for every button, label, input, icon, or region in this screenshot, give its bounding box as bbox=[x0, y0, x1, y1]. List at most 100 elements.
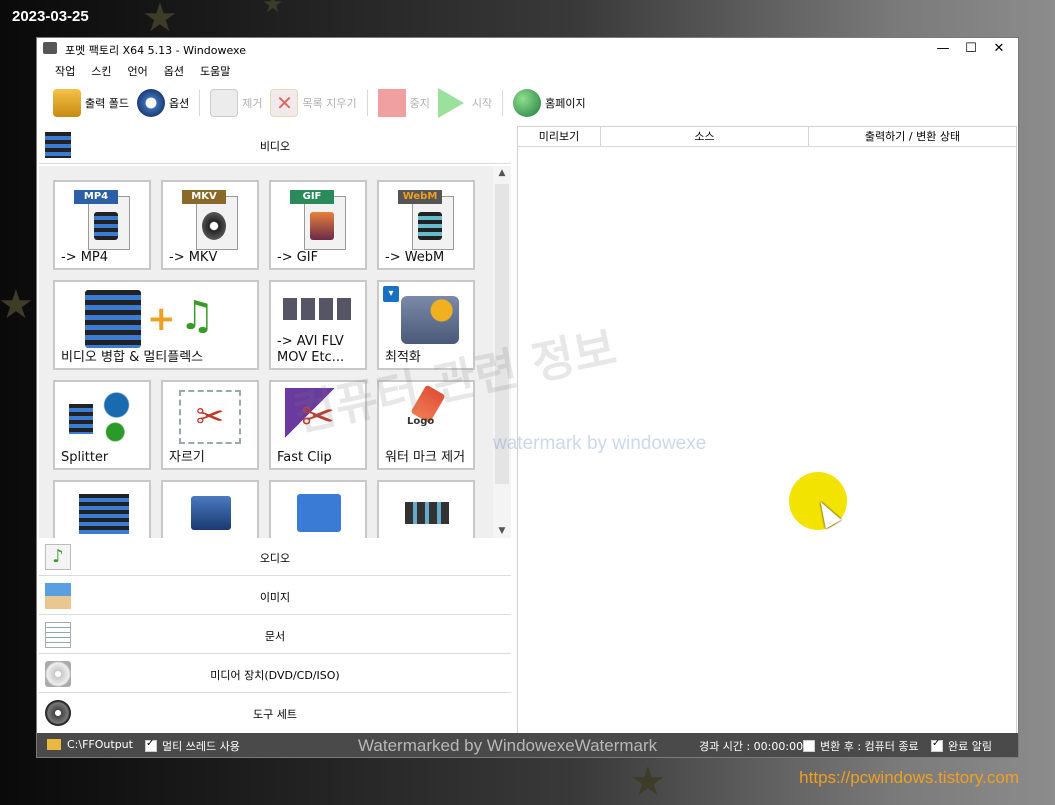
category-tools[interactable]: 도구 세트 bbox=[39, 694, 511, 732]
menu-help[interactable]: 도움말 bbox=[192, 63, 238, 81]
category-document[interactable]: 문서 bbox=[39, 616, 511, 654]
tile-splitter-label: Splitter bbox=[61, 450, 109, 465]
category-image[interactable]: 이미지 bbox=[39, 577, 511, 615]
multithread-label: 멀티 쓰레드 사용 bbox=[162, 740, 240, 753]
gif-file-icon: GIF bbox=[290, 190, 346, 250]
output-folder-label: 출력 폴드 bbox=[85, 97, 129, 110]
tile-to-webm[interactable]: WebM -> WebM bbox=[377, 180, 475, 270]
mp4-file-icon: MP4 bbox=[74, 190, 130, 250]
output-path[interactable]: C:\FFOutput bbox=[47, 738, 133, 751]
tile-splitter[interactable]: Splitter bbox=[53, 380, 151, 470]
folder-icon bbox=[53, 89, 81, 117]
toolbar: 출력 폴드 옵션 제거 ✕ 목록 지우기 중지 시작 홈페이지 bbox=[37, 86, 1018, 120]
watermark-text-small: watermark by windowexe bbox=[493, 433, 707, 454]
tile-video-merge[interactable]: + ♫ 비디오 병합 & 멀티플렉스 bbox=[53, 280, 259, 370]
film-stack-icon bbox=[85, 290, 141, 348]
menu-language[interactable]: 언어 bbox=[120, 63, 156, 81]
options-button[interactable]: 옵션 bbox=[133, 88, 193, 118]
category-image-label: 이미지 bbox=[259, 591, 291, 604]
output-folder-button[interactable]: 출력 폴드 bbox=[49, 88, 133, 118]
plus-icon: + bbox=[147, 299, 176, 339]
tile-remove-watermark-label: 워터 마크 제거 bbox=[385, 450, 466, 465]
tile-to-avi-flv-mov-label: -> AVI FLV MOV Etc... bbox=[277, 334, 345, 365]
splitter-icon bbox=[69, 390, 135, 450]
background-star: ★ bbox=[142, 0, 178, 41]
tile-to-gif[interactable]: GIF -> GIF bbox=[269, 180, 367, 270]
notify-checkbox[interactable] bbox=[931, 738, 943, 752]
shutdown-after-checkbox[interactable] bbox=[803, 740, 815, 752]
tile-to-mkv-label: -> MKV bbox=[169, 250, 218, 265]
tile-partial-1[interactable] bbox=[53, 480, 151, 538]
stop-icon bbox=[377, 89, 406, 117]
shutdown-after-label: 변환 후 : 컴퓨터 종료 bbox=[820, 740, 919, 753]
clear-list-icon: ✕ bbox=[270, 89, 299, 117]
stop-button[interactable]: 중지 bbox=[374, 88, 434, 118]
clear-list-button[interactable]: ✕ 목록 지우기 bbox=[266, 88, 360, 118]
category-audio[interactable]: ♪ 오디오 bbox=[39, 538, 511, 576]
category-document-label: 문서 bbox=[264, 630, 286, 643]
close-button[interactable]: ✕ bbox=[986, 40, 1012, 58]
maximize-button[interactable]: ☐ bbox=[958, 40, 984, 58]
homepage-button[interactable]: 홈페이지 bbox=[509, 88, 589, 118]
scroll-down-arrow[interactable]: ▼ bbox=[493, 524, 511, 538]
multithread-checkbox[interactable] bbox=[145, 738, 157, 752]
toolbar-separator bbox=[199, 90, 201, 116]
tile-to-mp4[interactable]: MP4 -> MP4 bbox=[53, 180, 151, 270]
multithread-toggle[interactable]: 멀티 쓰레드 사용 bbox=[145, 738, 240, 754]
gif-tag: GIF bbox=[290, 190, 334, 204]
column-source[interactable]: 소스 bbox=[601, 127, 809, 147]
scissors-icon: ✂ bbox=[179, 390, 241, 444]
site-url: https://pcwindows.tistory.com bbox=[799, 768, 1019, 787]
webm-file-icon: WebM bbox=[398, 190, 454, 250]
column-output-status[interactable]: 출력하기 / 변환 상태 bbox=[809, 127, 1016, 147]
app-icon bbox=[43, 42, 57, 54]
tile-partial-4[interactable] bbox=[377, 480, 475, 538]
task-list-panel[interactable]: 미리보기 소스 출력하기 / 변환 상태 bbox=[517, 126, 1017, 734]
toolbar-separator bbox=[502, 90, 504, 116]
tile-video-merge-label: 비디오 병합 & 멀티플렉스 bbox=[61, 350, 204, 365]
menu-options[interactable]: 옵션 bbox=[156, 63, 192, 81]
start-button[interactable]: 시작 bbox=[434, 88, 496, 118]
category-video[interactable]: 비디오 bbox=[39, 126, 511, 164]
stop-label: 중지 bbox=[409, 97, 430, 110]
badge-check-icon: ▾ bbox=[383, 286, 399, 302]
toolbar-separator bbox=[366, 90, 368, 116]
options-label: 옵션 bbox=[168, 97, 190, 110]
video-player-icon bbox=[297, 494, 341, 532]
title-bar: 포멧 팩토리 X64 5.13 - Windowexe — ☐ ✕ bbox=[37, 38, 1018, 60]
clear-list-label: 목록 지우기 bbox=[302, 97, 357, 110]
minimize-button[interactable]: — bbox=[930, 40, 956, 58]
tile-partial-2[interactable] bbox=[161, 480, 259, 538]
watermark-text-bottom: Watermarked by WindowexeWatermark bbox=[358, 736, 658, 755]
remove-label: 제거 bbox=[242, 97, 263, 110]
screen-record-icon bbox=[191, 496, 231, 530]
app-window: 포멧 팩토리 X64 5.13 - Windowexe — ☐ ✕ 작업 스킨 … bbox=[36, 37, 1019, 758]
tile-fast-clip-label: Fast Clip bbox=[277, 450, 332, 465]
tile-to-mp4-label: -> MP4 bbox=[61, 250, 109, 265]
remove-button[interactable]: 제거 bbox=[206, 88, 266, 118]
scroll-up-arrow[interactable]: ▲ bbox=[493, 166, 511, 180]
music-note-icon: ♫ bbox=[179, 293, 215, 339]
tile-crop[interactable]: ✂ 자르기 bbox=[161, 380, 259, 470]
category-media-device[interactable]: 미디어 장치(DVD/CD/ISO) bbox=[39, 655, 511, 693]
format-strip-icon bbox=[283, 298, 355, 320]
gears-icon bbox=[401, 296, 459, 344]
tile-to-avi-flv-mov[interactable]: -> AVI FLV MOV Etc... bbox=[269, 280, 367, 370]
homepage-label: 홈페이지 bbox=[545, 97, 586, 110]
output-path-label: C:\FFOutput bbox=[67, 738, 133, 751]
category-media-device-label: 미디어 장치(DVD/CD/ISO) bbox=[210, 669, 340, 682]
column-preview[interactable]: 미리보기 bbox=[518, 127, 601, 147]
tile-to-mkv[interactable]: MKV -> MKV bbox=[161, 180, 259, 270]
notify-toggle[interactable]: 완료 알림 bbox=[931, 738, 992, 754]
menu-bar: 작업 스킨 언어 옵션 도움말 bbox=[47, 63, 238, 81]
category-panel: 비디오 MP4 -> MP4 MKV -> MKV GIF -> GIF Web… bbox=[39, 126, 511, 734]
background-star: ★ bbox=[630, 759, 666, 805]
elapsed-time-label: 경과 시간 : 00:00:00 bbox=[699, 740, 804, 753]
start-label: 시작 bbox=[471, 97, 493, 110]
window-title: 포멧 팩토리 X64 5.13 - Windowexe bbox=[65, 44, 246, 57]
menu-skin[interactable]: 스킨 bbox=[83, 63, 119, 81]
menu-task[interactable]: 작업 bbox=[47, 63, 83, 81]
background-star: ★ bbox=[0, 282, 34, 328]
shutdown-after-toggle[interactable]: 변환 후 : 컴퓨터 종료 bbox=[803, 738, 919, 754]
tile-partial-3[interactable] bbox=[269, 480, 367, 538]
